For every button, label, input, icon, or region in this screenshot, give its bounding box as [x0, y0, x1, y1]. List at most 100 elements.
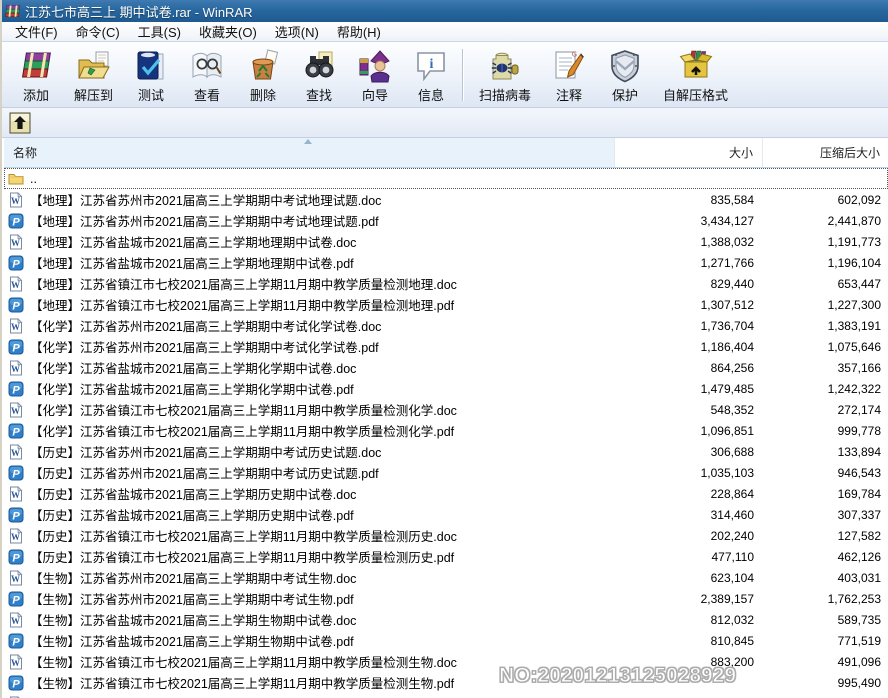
- file-size: 548,352: [615, 403, 763, 417]
- toolbar-button-2[interactable]: 解压到: [64, 45, 123, 108]
- svg-text:P: P: [12, 216, 20, 228]
- doc-icon: W: [8, 402, 24, 418]
- toolbar-button-10[interactable]: G 注释: [541, 45, 597, 108]
- virus-scan-icon: [487, 48, 523, 84]
- toolbar-button-7[interactable]: 向导: [347, 45, 403, 108]
- toolbar-button-3[interactable]: 测试: [123, 45, 179, 108]
- svg-text:P: P: [12, 594, 20, 606]
- file-packed-size: 602,092: [763, 193, 888, 207]
- file-packed-size: 1,191,773: [763, 235, 888, 249]
- info-icon: i: [413, 48, 449, 84]
- svg-text:G: G: [572, 51, 577, 59]
- toolbar-button-9[interactable]: 扫描病毒: [469, 45, 541, 108]
- table-row[interactable]: P 【地理】江苏省苏州市2021届高三上学期期中考试地理试题.pdf 3,434,…: [4, 210, 888, 231]
- test-archive-icon: [133, 48, 169, 84]
- menu-item[interactable]: 帮助(H): [328, 21, 390, 42]
- svg-text:W: W: [11, 238, 20, 248]
- table-row[interactable]: W【生物】江苏省苏州市2021届高三上学期期中考试生物.doc 623,104 …: [4, 567, 888, 588]
- title-bar: 江苏七市高三上 期中试卷.rar - WinRAR: [2, 0, 888, 22]
- file-packed-size: 1,075,646: [763, 340, 888, 354]
- svg-text:P: P: [12, 636, 20, 648]
- table-row[interactable]: W【历史】江苏省苏州市2021届高三上学期期中考试历史试题.doc 306,68…: [4, 441, 888, 462]
- toolbar-button-8[interactable]: i 信息: [403, 45, 459, 108]
- file-size: 1,271,766: [615, 256, 763, 270]
- table-row[interactable]: P【化学】江苏省盐城市2021届高三上学期化学期中试卷.pdf 1,479,48…: [4, 378, 888, 399]
- file-name: 【化学】江苏省盐城市2021届高三上学期化学期中试卷.pdf: [30, 379, 354, 398]
- svg-text:P: P: [12, 510, 20, 522]
- pdf-icon: P: [8, 297, 24, 313]
- file-size: 3,434,127: [615, 214, 763, 228]
- file-packed-size: 589,735: [763, 613, 888, 627]
- table-row[interactable]: W【地理】江苏省苏州市2021届高三上学期期中考试地理试题.doc 835,58…: [4, 189, 888, 210]
- file-packed-size: 127,582: [763, 529, 888, 543]
- table-row[interactable]: W【生物】江苏省镇江市七校2021届高三上学期11月期中教学质量检测生物.doc…: [4, 651, 888, 672]
- file-size: 1,736,704: [615, 319, 763, 333]
- pdf-icon: P: [8, 255, 24, 271]
- column-header-size[interactable]: 大小: [615, 138, 763, 167]
- table-row[interactable]: W【数学】江苏省苏州市2021届高三上学期期中考试数学试卷.doc: [4, 693, 888, 698]
- delete-icon: [245, 48, 281, 84]
- toolbar-button-12[interactable]: 自解压格式: [653, 45, 738, 108]
- file-rows: .. W【地理】江苏省苏州市2021届高三上学期期中考试地理试题.doc 835…: [4, 168, 888, 698]
- file-name: 【地理】江苏省苏州市2021届高三上学期期中考试地理试题.pdf: [30, 211, 379, 230]
- svg-text:W: W: [11, 280, 20, 290]
- table-row[interactable]: ..: [4, 168, 888, 189]
- table-row[interactable]: P【历史】江苏省盐城市2021届高三上学期历史期中试卷.pdf 314,460 …: [4, 504, 888, 525]
- menu-item[interactable]: 文件(F): [6, 21, 67, 42]
- menu-item[interactable]: 工具(S): [129, 21, 190, 42]
- menu-item[interactable]: 命令(C): [67, 21, 129, 42]
- file-packed-size: 307,337: [763, 508, 888, 522]
- table-row[interactable]: P【历史】江苏省苏州市2021届高三上学期期中考试历史试题.pdf 1,035,…: [4, 462, 888, 483]
- doc-icon: W: [8, 444, 24, 460]
- table-row[interactable]: W【地理】江苏省盐城市2021届高三上学期地理期中试卷.doc 1,388,03…: [4, 231, 888, 252]
- file-packed-size: 653,447: [763, 277, 888, 291]
- table-row[interactable]: P【地理】江苏省盐城市2021届高三上学期地理期中试卷.pdf 1,271,76…: [4, 252, 888, 273]
- menu-item[interactable]: 收藏夹(O): [190, 21, 266, 42]
- toolbar-button-6[interactable]: 查找: [291, 45, 347, 108]
- table-row[interactable]: P【生物】江苏省盐城市2021届高三上学期生物期中试卷.pdf 810,845 …: [4, 630, 888, 651]
- file-size: 1,479,485: [615, 382, 763, 396]
- table-row[interactable]: W【历史】江苏省镇江市七校2021届高三上学期11月期中教学质量检测历史.doc…: [4, 525, 888, 546]
- window-title: 江苏七市高三上 期中试卷.rar - WinRAR: [25, 2, 253, 21]
- table-row[interactable]: P【生物】江苏省苏州市2021届高三上学期期中考试生物.pdf 2,389,15…: [4, 588, 888, 609]
- file-size: 202,240: [615, 529, 763, 543]
- table-row[interactable]: W【历史】江苏省盐城市2021届高三上学期历史期中试卷.doc 228,864 …: [4, 483, 888, 504]
- file-packed-size: 357,166: [763, 361, 888, 375]
- table-row[interactable]: W【化学】江苏省镇江市七校2021届高三上学期11月期中教学质量检测化学.doc…: [4, 399, 888, 420]
- menu-item[interactable]: 选项(N): [266, 21, 328, 42]
- table-row[interactable]: P【生物】江苏省镇江市七校2021届高三上学期11月期中教学质量检测生物.pdf…: [4, 672, 888, 693]
- file-packed-size: 272,174: [763, 403, 888, 417]
- pdf-icon: P: [8, 507, 24, 523]
- file-size: 1,035,103: [615, 466, 763, 480]
- pdf-icon: P: [8, 591, 24, 607]
- file-name: 【历史】江苏省镇江市七校2021届高三上学期11月期中教学质量检测历史.doc: [30, 526, 457, 545]
- doc-icon: W: [8, 570, 24, 586]
- file-packed-size: 995,490: [763, 676, 888, 690]
- toolbar-button-4[interactable]: 查看: [179, 45, 235, 108]
- file-packed-size: 1,383,191: [763, 319, 888, 333]
- file-size: 1,307,512: [615, 298, 763, 312]
- winrar-logo-icon: [5, 3, 21, 19]
- file-name: 【化学】江苏省苏州市2021届高三上学期期中考试化学试卷.doc: [30, 316, 381, 335]
- column-header-packed[interactable]: 压缩后大小: [763, 138, 888, 167]
- table-row[interactable]: P 【地理】江苏省镇江市七校2021届高三上学期11月期中教学质量检测地理.pdf…: [4, 294, 888, 315]
- table-row[interactable]: W【生物】江苏省盐城市2021届高三上学期生物期中试卷.doc 812,032 …: [4, 609, 888, 630]
- file-name: 【生物】江苏省盐城市2021届高三上学期生物期中试卷.doc: [30, 610, 356, 629]
- doc-icon: W: [8, 234, 24, 250]
- svg-text:P: P: [12, 468, 20, 480]
- table-row[interactable]: W【地理】江苏省镇江市七校2021届高三上学期11月期中教学质量检测地理.doc…: [4, 273, 888, 294]
- table-row[interactable]: W【化学】江苏省苏州市2021届高三上学期期中考试化学试卷.doc 1,736,…: [4, 315, 888, 336]
- table-row[interactable]: P【历史】江苏省镇江市七校2021届高三上学期11月期中教学质量检测历史.pdf…: [4, 546, 888, 567]
- table-row[interactable]: W【化学】江苏省盐城市2021届高三上学期化学期中试卷.doc 864,256 …: [4, 357, 888, 378]
- up-one-level-button[interactable]: [9, 112, 31, 134]
- svg-text:W: W: [11, 448, 20, 458]
- file-name: 【生物】江苏省镇江市七校2021届高三上学期11月期中教学质量检测生物.pdf: [30, 673, 454, 692]
- toolbar-button-1[interactable]: 添加: [8, 45, 64, 108]
- table-row[interactable]: P【化学】江苏省镇江市七校2021届高三上学期11月期中教学质量检测化学.pdf…: [4, 420, 888, 441]
- file-name: 【地理】江苏省苏州市2021届高三上学期期中考试地理试题.doc: [30, 190, 381, 209]
- table-row[interactable]: P【化学】江苏省苏州市2021届高三上学期期中考试化学试卷.pdf 1,186,…: [4, 336, 888, 357]
- file-size: 1,388,032: [615, 235, 763, 249]
- toolbar-button-11[interactable]: 保护: [597, 45, 653, 108]
- toolbar-button-5[interactable]: 删除: [235, 45, 291, 108]
- file-name: 【地理】江苏省镇江市七校2021届高三上学期11月期中教学质量检测地理.pdf: [30, 295, 454, 314]
